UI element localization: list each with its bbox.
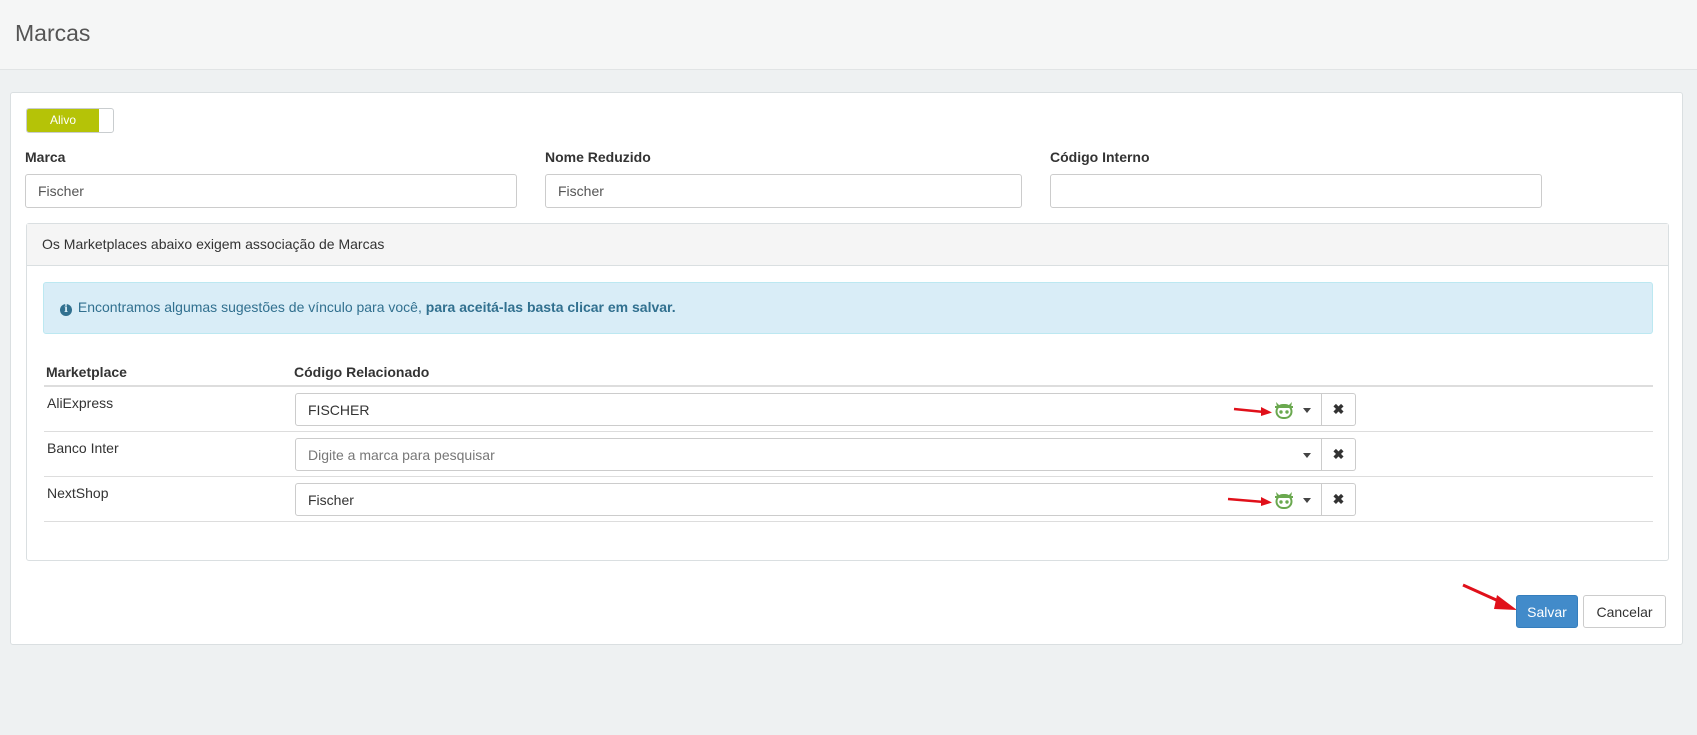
times-icon: ✖ — [1332, 446, 1345, 462]
marketplace-name: NextShop — [47, 485, 109, 501]
annotation-arrow — [1462, 583, 1517, 610]
panel-heading: Os Marketplaces abaixo exigem associação… — [27, 224, 1668, 266]
times-icon: ✖ — [1332, 401, 1345, 417]
suggestion-alert: i Encontramos algumas sugestões de víncu… — [43, 282, 1653, 334]
robot-icon[interactable] — [1273, 489, 1295, 511]
select-value: FISCHER — [308, 402, 370, 418]
column-codigo-relacionado: Código Relacionado — [294, 364, 430, 380]
marca-label: Marca — [25, 149, 66, 165]
codigo-interno-label: Código Interno — [1050, 149, 1150, 165]
table-row-nextshop: NextShop Fischer ✖ — [44, 477, 1653, 522]
annotation-arrow — [1233, 407, 1272, 416]
times-icon: ✖ — [1332, 491, 1345, 507]
column-marketplace: Marketplace — [46, 364, 127, 380]
caret-down-icon[interactable] — [1303, 453, 1311, 458]
alert-bold-text: para aceitá-las basta clicar em salvar. — [425, 299, 676, 315]
clear-button[interactable]: ✖ — [1322, 393, 1356, 426]
marketplace-name: AliExpress — [47, 395, 114, 411]
page-title: Marcas — [15, 20, 91, 46]
page-header: Marcas — [0, 0, 1697, 70]
annotation-arrow — [1227, 497, 1272, 506]
robot-icon[interactable] — [1273, 399, 1295, 421]
status-toggle[interactable]: Alivo — [26, 108, 114, 133]
nome-reduzido-label: Nome Reduzido — [545, 149, 651, 165]
caret-down-icon[interactable] — [1303, 408, 1311, 413]
codigo-select-nextshop[interactable]: Fischer — [295, 483, 1322, 516]
codigo-select-aliexpress[interactable]: FISCHER — [295, 393, 1322, 426]
table-row-aliexpress: AliExpress FISCHER ✖ — [44, 387, 1653, 432]
select-value: Fischer — [308, 492, 354, 508]
codigo-interno-input[interactable] — [1050, 174, 1542, 208]
clear-button[interactable]: ✖ — [1322, 438, 1356, 471]
table-row-banco-inter: Banco Inter Digite a marca para pesquisa… — [44, 432, 1653, 477]
clear-button[interactable]: ✖ — [1322, 483, 1356, 516]
nome-reduzido-input[interactable] — [545, 174, 1022, 208]
status-toggle-label: Alivo — [27, 109, 99, 132]
caret-down-icon[interactable] — [1303, 498, 1311, 503]
info-circle-icon: i — [60, 304, 72, 316]
marketplace-name: Banco Inter — [47, 440, 119, 456]
brand-form-card: Alivo Marca Nome Reduzido Código Interno… — [10, 92, 1683, 645]
alert-text: Encontramos algumas sugestões de vínculo… — [77, 299, 422, 315]
marketplace-panel: Os Marketplaces abaixo exigem associação… — [26, 223, 1669, 561]
marca-input[interactable] — [25, 174, 517, 208]
cancel-button[interactable]: Cancelar — [1583, 595, 1666, 628]
save-button[interactable]: Salvar — [1516, 595, 1578, 628]
select-placeholder: Digite a marca para pesquisar — [308, 447, 495, 463]
codigo-select-banco-inter[interactable]: Digite a marca para pesquisar — [295, 438, 1322, 471]
